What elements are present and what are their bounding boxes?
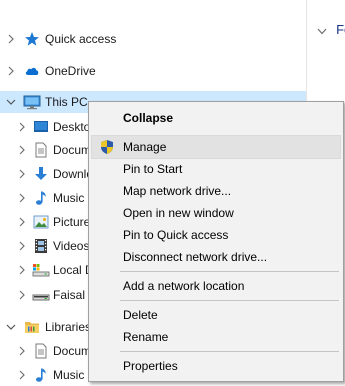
expand-arrow-icon[interactable] <box>17 217 27 227</box>
menu-item-map-network-drive[interactable]: Map network drive... <box>92 180 340 202</box>
expand-arrow-icon[interactable] <box>17 346 27 356</box>
menu-item-label: Rename <box>123 330 169 344</box>
menu-item-delete[interactable]: Delete <box>92 304 340 326</box>
music-note-icon <box>33 190 49 206</box>
tree-item-label: OneDrive <box>45 64 96 78</box>
tree-item-onedrive[interactable]: OneDrive <box>0 60 306 82</box>
expand-arrow-icon[interactable] <box>6 34 16 44</box>
expand-arrow-icon[interactable] <box>17 290 27 300</box>
uac-shield-icon <box>99 139 115 155</box>
menu-item-label: Manage <box>123 140 167 154</box>
menu-separator <box>120 351 339 352</box>
desktop-folder-icon <box>33 119 49 135</box>
expand-arrow-icon[interactable] <box>17 145 27 155</box>
menu-item-disconnect-network-drive[interactable]: Disconnect network drive... <box>92 246 340 268</box>
collapse-arrow-icon[interactable] <box>6 322 16 332</box>
menu-separator <box>120 300 339 301</box>
download-icon <box>33 166 49 182</box>
expand-arrow-icon[interactable] <box>17 169 27 179</box>
menu-item-pin-quick-access[interactable]: Pin to Quick access <box>92 224 340 246</box>
libraries-folder-icon <box>24 319 40 335</box>
tree-item-label: Music <box>53 368 85 382</box>
menu-item-rename[interactable]: Rename <box>92 326 340 348</box>
expand-arrow-icon[interactable] <box>17 265 27 275</box>
menu-item-add-network-location[interactable]: Add a network location <box>92 275 340 297</box>
menu-item-label: Properties <box>123 359 178 373</box>
expand-arrow-icon[interactable] <box>6 66 16 76</box>
tree-item-label: This PC <box>45 95 88 109</box>
menu-item-label: Collapse <box>123 111 174 125</box>
tree-item-label: Music <box>53 191 85 205</box>
chevron-down-icon <box>317 25 330 37</box>
tree-item-label: Libraries <box>45 320 92 334</box>
expand-arrow-icon[interactable] <box>17 370 27 380</box>
menu-item-label: Map network drive... <box>123 184 232 198</box>
expand-arrow-icon[interactable] <box>17 241 27 251</box>
drive-icon <box>32 287 50 303</box>
menu-item-label: Pin to Start <box>123 162 183 176</box>
local-disk-icon <box>32 262 50 278</box>
collapse-arrow-icon[interactable] <box>6 97 16 107</box>
expand-arrow-icon[interactable] <box>17 193 27 203</box>
menu-item-label: Pin to Quick access <box>123 228 229 242</box>
cloud-icon <box>24 63 40 79</box>
menu-item-open-new-window[interactable]: Open in new window <box>92 202 340 224</box>
menu-item-label: Disconnect network drive... <box>123 250 268 264</box>
tree-item-quick-access[interactable]: Quick access <box>0 28 306 50</box>
menu-item-label: Delete <box>123 308 158 322</box>
context-menu: Collapse Manage Pin to Start Map network… <box>88 101 344 382</box>
content-group-label: Fo <box>336 22 345 37</box>
menu-item-label: Add a network location <box>123 279 245 293</box>
tree-item-label: Quick access <box>45 32 117 46</box>
menu-item-properties[interactable]: Properties <box>92 355 340 377</box>
content-group-header[interactable]: Fo <box>317 22 345 37</box>
star-icon <box>24 31 40 47</box>
menu-item-manage[interactable]: Manage <box>91 135 341 159</box>
document-icon <box>33 142 49 158</box>
film-icon <box>33 238 49 254</box>
document-icon <box>33 343 49 359</box>
menu-item-label: Open in new window <box>123 206 234 220</box>
computer-icon <box>23 94 41 110</box>
music-note-icon <box>33 367 49 383</box>
pictures-icon <box>33 214 49 230</box>
menu-item-collapse[interactable]: Collapse <box>92 107 340 129</box>
tree-item-label: Videos <box>53 239 90 253</box>
menu-item-pin-to-start[interactable]: Pin to Start <box>92 158 340 180</box>
menu-separator <box>120 271 339 272</box>
expand-arrow-icon[interactable] <box>17 122 27 132</box>
